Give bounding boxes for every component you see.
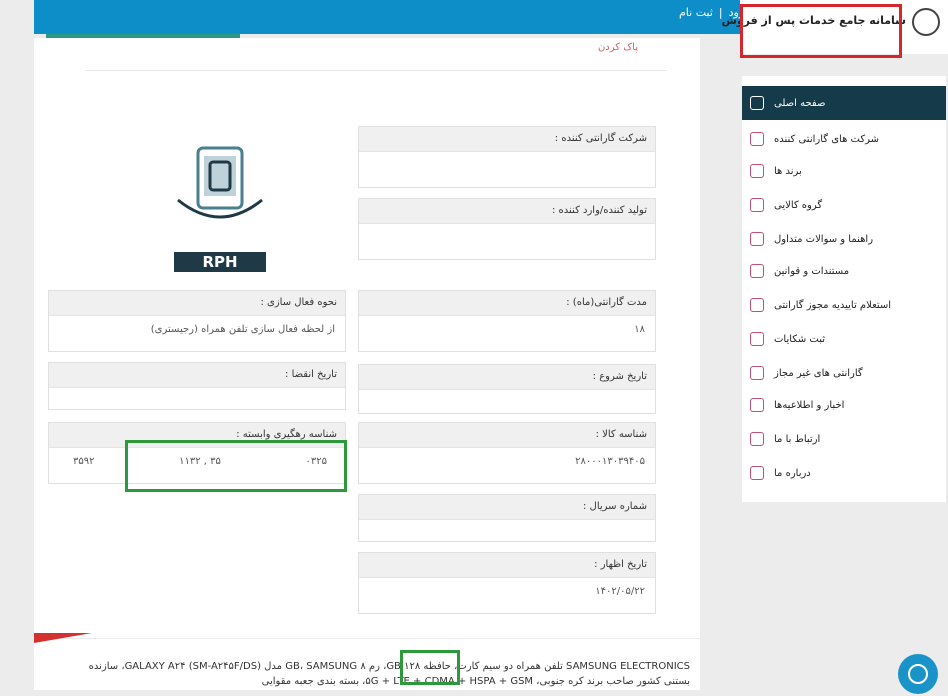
field-label: مدت گارانتی(ماه) : <box>359 291 655 316</box>
field-producer: تولید کننده/وارد کننده : <box>358 198 656 260</box>
highlight-box-green-brand <box>400 650 460 685</box>
box-icon <box>750 198 764 212</box>
sidebar-item-label: شرکت های گارانتی کننده <box>774 133 879 145</box>
warning-icon <box>750 366 764 380</box>
field-value <box>49 388 345 416</box>
sidebar-item-news[interactable]: اخبار و اطلاعیه‌ها <box>742 390 946 420</box>
document-icon <box>750 264 764 278</box>
sidebar-item-label: برند ها <box>774 165 802 177</box>
field-value: ۱۴۰۲/۰۵/۲۲ <box>595 586 645 597</box>
sidebar-item-label: گروه کالایی <box>774 199 823 211</box>
product-description: SAMSUNG ELECTRONICS تلفن همراه دو سیم کا… <box>34 633 700 689</box>
field-label: تاریخ اظهار : <box>359 553 655 578</box>
phone-icon <box>750 432 764 446</box>
field-label: شناسه کالا : <box>359 423 655 448</box>
tag-icon <box>750 164 764 178</box>
description-text: SAMSUNG ELECTRONICS تلفن همراه دو سیم کا… <box>56 659 690 689</box>
logo-text: RPH <box>202 253 237 271</box>
sidebar-item-complaints[interactable]: ثبت شکایات <box>742 324 946 354</box>
sidebar-item-contact[interactable]: ارتباط با ما <box>742 424 946 454</box>
globe-icon <box>750 398 764 412</box>
field-label: تاریخ انقضا : <box>49 363 345 388</box>
field-value: از لحظه فعال سازی تلفن همراه (رجیستری) <box>150 324 335 335</box>
field-label: شماره سریال : <box>359 495 655 520</box>
register-link[interactable]: ثبت نام <box>676 6 716 19</box>
divider <box>86 70 666 71</box>
sidebar-item-label: درباره ما <box>774 467 811 479</box>
company-icon <box>750 132 764 146</box>
sidebar-item-about[interactable]: درباره ما <box>742 458 946 488</box>
sidebar-item-product-groups[interactable]: گروه کالایی <box>742 190 946 220</box>
sidebar-item-documents[interactable]: مستندات و قوانین <box>742 256 946 286</box>
field-value: ۲۸۰۰۰۱۳۰۳۹۴۰۵ <box>575 456 645 467</box>
sidebar-item-license-inquiry[interactable]: استعلام تاییدیه مجوز گارانتی <box>742 290 946 320</box>
sidebar-item-label: ارتباط با ما <box>774 433 821 445</box>
description-line: SAMSUNG ELECTRONICS تلفن همراه دو سیم کا… <box>88 661 690 672</box>
sidebar-item-label: ثبت شکایات <box>774 333 825 345</box>
field-value: ۱۸ <box>634 324 645 335</box>
field-value <box>359 520 655 548</box>
home-icon <box>750 96 764 110</box>
info-icon <box>750 466 764 480</box>
sidebar-menu: صفحه اصلی شرکت های گارانتی کننده برند ها… <box>742 76 946 502</box>
sidebar-item-unauthorized[interactable]: گارانتی های غیر مجاز <box>742 358 946 388</box>
field-value <box>359 224 655 252</box>
highlight-box-red <box>740 4 902 58</box>
breadcrumb[interactable]: پاک کردن <box>598 42 638 53</box>
sidebar-item-label: گارانتی های غیر مجاز <box>774 367 863 379</box>
highlight-box-green-tracking <box>125 440 347 492</box>
field-start-date: تاریخ شروع : <box>358 364 656 414</box>
field-value <box>359 152 655 180</box>
sidebar-item-label: راهنما و سوالات متداول <box>774 233 874 245</box>
field-label: تولید کننده/وارد کننده : <box>359 199 655 224</box>
sidebar-item-label: مستندات و قوانین <box>774 265 850 277</box>
field-activation-method: نحوه فعال سازی : از لحظه فعال سازی تلفن … <box>48 290 346 352</box>
field-declaration-date: تاریخ اظهار : ۱۴۰۲/۰۵/۲۲ <box>358 552 656 614</box>
sidebar-item-companies[interactable]: شرکت های گارانتی کننده <box>742 124 946 154</box>
company-logo: RPH <box>174 146 266 272</box>
field-label: نحوه فعال سازی : <box>49 291 345 316</box>
sidebar-item-brands[interactable]: برند ها <box>742 156 946 186</box>
field-warranty-company: شرکت گارانتی کننده : <box>358 126 656 188</box>
sidebar-item-label: استعلام تاییدیه مجوز گارانتی <box>774 299 892 311</box>
field-serial-number: شماره سریال : <box>358 494 656 542</box>
chat-button[interactable] <box>898 654 938 694</box>
complaint-icon <box>750 332 764 346</box>
site-logo-icon <box>912 8 940 36</box>
field-warranty-duration: مدت گارانتی(ماه) : ۱۸ <box>358 290 656 352</box>
tracking-value: ۳۵۹۲ <box>73 456 95 467</box>
help-icon <box>750 232 764 246</box>
field-value <box>359 390 655 418</box>
field-label: تاریخ شروع : <box>359 365 655 390</box>
field-expiry-date: تاریخ انقضا : <box>48 362 346 410</box>
field-product-code: شناسه کالا : ۲۸۰۰۰۱۳۰۳۹۴۰۵ <box>358 422 656 484</box>
description-line: بستنی کشور صاحب برند کره جنوبی، ۵G + LTE… <box>261 676 690 687</box>
sidebar-item-label: صفحه اصلی <box>774 97 826 109</box>
check-icon <box>750 298 764 312</box>
sidebar-item-help[interactable]: راهنما و سوالات متداول <box>742 224 946 254</box>
corner-ribbon <box>34 633 92 643</box>
field-label: شرکت گارانتی کننده : <box>359 127 655 152</box>
sidebar-item-home[interactable]: صفحه اصلی <box>742 86 946 120</box>
sidebar-item-label: اخبار و اطلاعیه‌ها <box>774 399 845 411</box>
